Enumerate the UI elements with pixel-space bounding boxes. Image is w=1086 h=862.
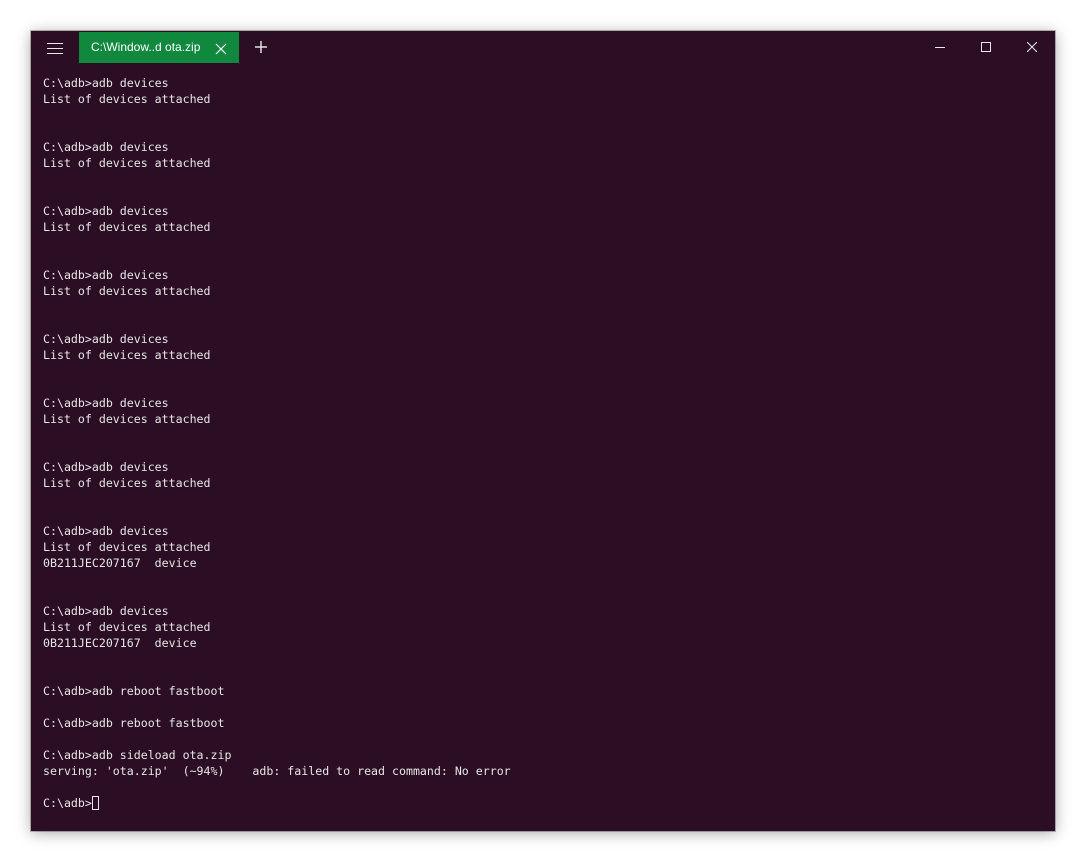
terminal-line: C:\adb>adb reboot fastboot [43,684,225,698]
minimize-button[interactable] [917,31,963,63]
terminal-line: serving: 'ota.zip' (~94%) adb: failed to… [43,764,511,778]
terminal-line: List of devices attached [43,220,211,234]
title-bar[interactable]: C:\Window..d ota.zip [31,31,1055,63]
terminal-line: List of devices attached [43,540,211,554]
terminal-line: C:\adb>adb devices [43,332,169,346]
terminal-line: C:\adb>adb devices [43,524,169,538]
terminal-line: C:\adb>adb reboot fastboot [43,716,225,730]
plus-icon[interactable] [253,39,269,55]
terminal-line: C:\adb>adb devices [43,76,169,90]
terminal-line: C:\adb>adb devices [43,396,169,410]
terminal-line: C:\adb>adb sideload ota.zip [43,748,232,762]
maximize-icon [981,42,991,52]
terminal-line: 0B211JEC207167 device [43,556,197,570]
terminal-line: List of devices attached [43,92,211,106]
prompt-line[interactable]: C:\adb> [43,795,1043,811]
close-icon[interactable] [215,42,227,55]
terminal-line: List of devices attached [43,284,211,298]
terminal-line: 0B211JEC207167 device [43,636,197,650]
tab-title: C:\Window..d ota.zip [91,40,201,54]
terminal-output[interactable]: C:\adb>adb devices List of devices attac… [43,75,1043,811]
terminal-window: C:\Window..d ota.zip C:\adb>adb devices … [31,31,1055,831]
terminal-line: List of devices attached [43,476,211,490]
prompt: C:\adb> [43,796,92,810]
minimize-icon [935,47,945,48]
tab-active[interactable]: C:\Window..d ota.zip [79,32,239,63]
terminal-line: List of devices attached [43,156,211,170]
terminal-line: C:\adb>adb devices [43,460,169,474]
hamburger-menu-icon[interactable] [43,40,67,56]
text-cursor [91,796,99,810]
terminal-line: List of devices attached [43,348,211,362]
close-button[interactable] [1009,31,1055,63]
close-icon [1027,42,1037,52]
terminal-line: C:\adb>adb devices [43,140,169,154]
terminal-line: C:\adb>adb devices [43,204,169,218]
terminal-line: C:\adb>adb devices [43,604,169,618]
maximize-button[interactable] [963,31,1009,63]
terminal-line: List of devices attached [43,620,211,634]
terminal-line: List of devices attached [43,412,211,426]
terminal-line: C:\adb>adb devices [43,268,169,282]
